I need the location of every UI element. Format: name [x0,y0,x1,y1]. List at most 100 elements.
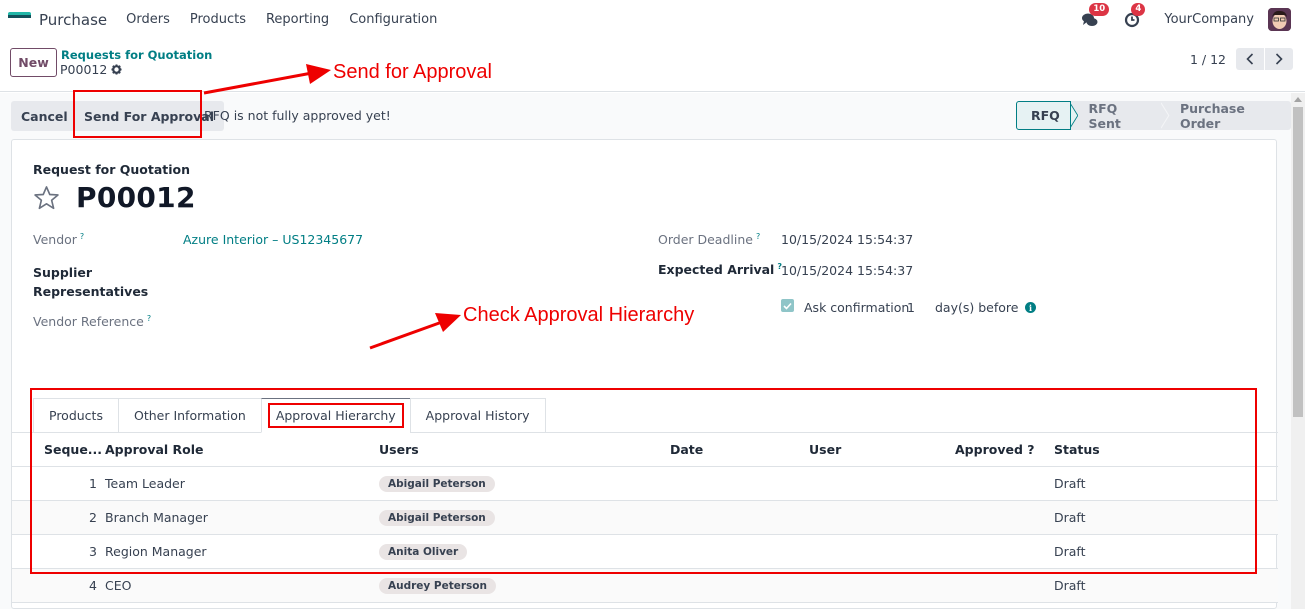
tab-other-information[interactable]: Other Information [117,398,261,433]
activities-button[interactable]: 4 [1122,2,1146,30]
table-row[interactable]: 3 Region Manager Anita Oliver Draft [12,535,1278,569]
annotation-check-hierarchy: Check Approval Hierarchy [463,304,695,326]
notebook-tabs: Products Other Information Approval Hier… [33,398,546,433]
activities-badge: 4 [1131,2,1146,16]
cell-sequence: 1 [89,476,97,491]
help-tooltip-icon[interactable]: ? [756,232,760,241]
ask-confirmation-suffix: day(s) before [935,300,1019,315]
tab-approval-history-label: Approval History [425,408,530,423]
cell-sequence: 4 [89,578,97,593]
star-icon[interactable] [32,184,61,212]
ask-confirmation-days-field[interactable]: 1 [907,300,915,315]
cell-status: Draft [1054,476,1086,491]
scrollbar-thumb[interactable] [1293,107,1303,417]
cell-status: Draft [1054,510,1086,525]
col-sequence[interactable]: Seque... [44,442,102,457]
form-sheet: Request for Quotation P00012 Vendor? Azu… [11,139,1278,609]
stage-arrow-icon [1161,102,1170,129]
company-switcher[interactable]: YourCompany [1164,12,1254,27]
vendor-reference-label-text: Vendor Reference [33,314,144,330]
stage-rfq-sent[interactable]: RFQ Sent [1078,100,1161,131]
stage-rfq[interactable]: RFQ [1016,101,1071,130]
messages-badge: 10 [1089,2,1110,16]
stage-arrow-icon [1069,102,1079,129]
col-approval-role[interactable]: Approval Role [105,442,204,457]
menu-orders[interactable]: Orders [126,12,170,27]
col-date[interactable]: Date [670,442,703,457]
menu-configuration[interactable]: Configuration [349,12,437,27]
tab-products-label: Products [49,408,103,423]
gear-icon[interactable] [111,64,122,75]
approval-hierarchy-table: Seque... Approval Role Users Date User A… [12,433,1278,603]
cell-approval-role: CEO [105,578,132,593]
new-button[interactable]: New [10,48,57,77]
messages-button[interactable]: 10 [1080,2,1110,30]
cell-sequence: 3 [89,544,97,559]
supplier-representatives-label-1: Supplier [33,265,93,280]
expected-arrival-field[interactable]: 10/15/2024 15:54:37 [781,263,913,278]
app-name[interactable]: Purchase [39,11,107,29]
cell-status: Draft [1054,578,1086,593]
vertical-scrollbar[interactable] [1291,93,1305,609]
cell-sequence: 2 [89,510,97,525]
menu-reporting[interactable]: Reporting [266,12,329,27]
table-row[interactable]: 1 Team Leader Abigail Peterson Draft [12,467,1278,501]
vendor-field[interactable]: Azure Interior – US12345677 [183,232,363,247]
stage-statusbar: RFQ RFQ Sent Purchase Order [1016,100,1291,131]
document-type-label: Request for Quotation [33,162,191,177]
send-for-approval-button[interactable]: Send For Approval [74,101,225,131]
table-row[interactable]: 2 Branch Manager Abigail Peterson Draft [12,501,1278,535]
expected-arrival-label: Expected Arrival? [658,262,782,277]
breadcrumb-current: P00012 [60,62,122,77]
pager-next-button[interactable] [1265,48,1293,70]
user-avatar[interactable] [1268,8,1291,31]
col-user[interactable]: User [809,442,841,457]
scroll-up-arrow-icon[interactable] [1294,97,1302,102]
info-icon[interactable]: i [1025,302,1036,313]
user-tag: Anita Oliver [379,543,468,560]
order-deadline-field[interactable]: 10/15/2024 15:54:37 [781,232,913,247]
stage-rfq-label: RFQ [1031,108,1060,123]
cancel-button[interactable]: Cancel [11,101,78,131]
user-tag: Audrey Peterson [379,577,496,594]
avatar-icon [1268,8,1291,31]
chevron-right-icon [1275,53,1283,65]
tab-approval-hierarchy[interactable]: Approval Hierarchy [260,398,410,433]
chevron-left-icon [1246,53,1254,65]
breadcrumb-parent[interactable]: Requests for Quotation [61,48,212,62]
stage-purchase-order[interactable]: Purchase Order [1170,100,1291,131]
ask-confirmation-label: Ask confirmation [804,300,910,315]
tab-approval-hierarchy-label: Approval Hierarchy [267,403,404,428]
order-deadline-label-text: Order Deadline [658,232,753,248]
tab-approval-history[interactable]: Approval History [409,398,546,433]
stage-rfq-sent-label: RFQ Sent [1088,100,1121,131]
vendor-reference-field[interactable] [183,314,483,332]
approval-warning-message: RFQ is not fully approved yet! [204,108,391,123]
cell-approval-role: Team Leader [105,476,185,491]
expected-arrival-label-text: Expected Arrival [658,262,775,278]
col-approved[interactable]: Approved ? [955,442,1035,457]
help-tooltip-icon[interactable]: ? [147,314,151,323]
cell-approval-role: Branch Manager [105,510,208,525]
user-tag: Abigail Peterson [379,475,495,492]
tab-products[interactable]: Products [33,398,118,433]
menu-products[interactable]: Products [190,12,246,27]
col-status[interactable]: Status [1054,442,1100,457]
pager-value[interactable]: 1 / 12 [1190,52,1226,67]
col-users[interactable]: Users [379,442,419,457]
checkmark-icon [783,302,792,310]
form-view: Cancel Send For Approval RFQ is not full… [0,93,1291,609]
supplier-representatives-label-2: Representatives [33,284,149,299]
vendor-label-text: Vendor [33,232,77,248]
help-tooltip-icon[interactable]: ? [80,232,84,241]
order-deadline-label: Order Deadline? [658,232,760,247]
purchase-app-icon[interactable] [8,11,31,28]
control-panel: New Requests for Quotation P00012 1 / 12 [0,39,1305,92]
vendor-reference-label: Vendor Reference? [33,314,151,329]
pager: 1 / 12 [1190,48,1293,70]
table-row[interactable]: 4 CEO Audrey Peterson Draft [12,569,1278,603]
ask-confirmation-checkbox[interactable] [781,299,794,312]
supplier-representatives-field[interactable] [183,265,483,299]
pager-previous-button[interactable] [1236,48,1264,70]
stage-purchase-order-label: Purchase Order [1179,100,1245,131]
